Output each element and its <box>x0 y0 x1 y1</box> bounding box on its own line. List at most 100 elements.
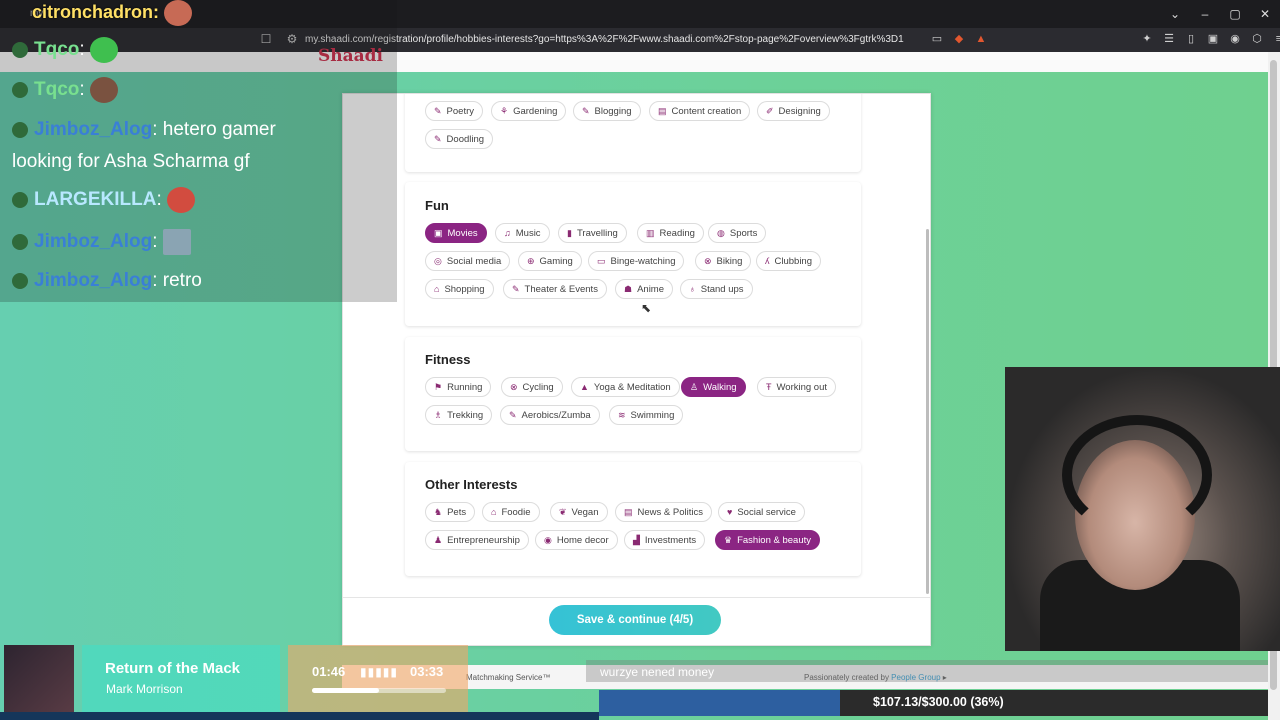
chip-biking[interactable]: ⊗ Biking <box>695 251 752 271</box>
chip-movies[interactable]: ▣ Movies <box>425 223 487 243</box>
microphone-icon: ♁ <box>689 284 696 294</box>
section-creative: ✎ Poetry ⚘ Gardening ✎ Blogging ▤ Content cr… <box>405 94 861 172</box>
aerobics-icon: ✎ <box>509 409 517 420</box>
chat-message: LARGEKILLA: <box>12 184 195 216</box>
chip-blogging[interactable]: ✎ Blogging <box>573 101 641 121</box>
chip-aerobics-zumba[interactable]: ✎ Aerobics/Zumba <box>500 405 600 425</box>
anime-icon: ☗ <box>624 283 633 294</box>
taskbar <box>0 712 599 720</box>
minimize-icon[interactable]: – <box>1190 0 1220 28</box>
display-icon[interactable]: ▭ <box>930 32 944 46</box>
cycling-icon: ⊗ <box>510 381 518 392</box>
section-other-interests: Other Interests ♞ Pets ⌂ Foodie ❦ Vegan ▤ Ne… <box>405 462 861 576</box>
chip-poetry[interactable]: ✎ Poetry <box>425 101 484 121</box>
shield-icon[interactable]: ⬡ <box>1250 32 1264 46</box>
dance-icon: ʎ <box>765 256 770 266</box>
chip-foodie[interactable]: ⌂ Foodie <box>482 502 540 522</box>
chip-stand-ups[interactable]: ♁ Stand ups <box>680 279 753 299</box>
social-icon: ◎ <box>434 255 442 266</box>
chip-designing[interactable]: ✐ Designing <box>757 101 830 121</box>
badge-icon <box>12 191 28 208</box>
chip-clubbing[interactable]: ʎ Clubbing <box>756 251 821 271</box>
chip-anime[interactable]: ☗ Anime <box>615 279 674 299</box>
chip-reading[interactable]: ▥ Reading <box>637 223 704 243</box>
song-title: Return of the Mack <box>105 660 241 677</box>
chip-social-service[interactable]: ♥ Social service <box>718 502 805 522</box>
chip-swimming[interactable]: ≋ Swimming <box>609 405 684 425</box>
chip-gaming[interactable]: ⊕ Gaming <box>518 251 582 271</box>
chat-message: Jimboz_Alog: retro <box>12 265 202 297</box>
rewards-icon[interactable]: ▲ <box>974 32 988 46</box>
chip-vegan[interactable]: ❦ Vegan <box>550 502 608 522</box>
modal-scrollbar[interactable] <box>926 229 929 594</box>
chip-entrepreneurship[interactable]: ♟ Entrepreneurship <box>425 530 529 550</box>
heart-icon: ♥ <box>727 507 733 517</box>
window-controls: ⌄ – ▢ ✕ <box>1160 0 1280 28</box>
walking-icon: ♙ <box>690 381 699 392</box>
person-icon: ♟ <box>434 534 443 545</box>
chip-music[interactable]: ♫ Music <box>495 223 550 243</box>
section-title-fitness: Fitness <box>425 352 471 367</box>
emote-icon <box>164 0 193 26</box>
menu-icon[interactable]: ≡ <box>1272 32 1280 46</box>
close-icon[interactable]: ✕ <box>1250 0 1280 28</box>
current-time: 01:46 <box>312 664 346 679</box>
chip-home-decor[interactable]: ◉ Home decor <box>535 530 618 550</box>
mouse-cursor-icon: ⬉ <box>641 301 652 315</box>
ball-icon: ◍ <box>717 227 725 238</box>
chip-investments[interactable]: ▟ Investments <box>624 530 706 550</box>
toolbar-icons: ✦ ☰ ▯ ▣ ◉ ⬡ ≡ <box>1140 32 1280 46</box>
brave-shield-icon[interactable]: ◆ <box>952 32 966 46</box>
section-fitness: Fitness ⚑ Running ⊗ Cycling ▲ Yoga & Medita… <box>405 337 861 451</box>
save-continue-button[interactable]: Save & continue (4/5) <box>549 605 721 635</box>
tabs-icon[interactable]: ☰ <box>1162 32 1176 46</box>
chip-social-media[interactable]: ◎ Social media <box>425 251 511 271</box>
chip-working-out[interactable]: Ŧ Working out <box>757 377 837 397</box>
chip-binge-watching[interactable]: ▭ Binge-watching <box>588 251 685 271</box>
chip-sports[interactable]: ◍ Sports <box>708 223 767 243</box>
chip-walking[interactable]: ♙ Walking <box>681 377 746 397</box>
chat-message: Jimboz_Alog: <box>12 226 191 258</box>
badge-icon <box>12 233 28 250</box>
maximize-icon[interactable]: ▢ <box>1220 0 1250 28</box>
chat-message: Tqco: <box>12 74 118 106</box>
donation-goal-text: $107.13/$300.00 (36%) <box>873 695 1004 709</box>
chip-content-creation[interactable]: ▤ Content creation <box>649 101 751 121</box>
badge-icon <box>12 272 28 289</box>
chip-cycling[interactable]: ⊗ Cycling <box>501 377 563 397</box>
design-icon: ✐ <box>766 105 774 116</box>
wallet-icon[interactable]: ▣ <box>1206 32 1220 46</box>
chat-message: Tqco: <box>12 34 118 66</box>
section-fun: Fun ▣ Movies ♫ Music ▮ Travelling ▥ Reading … <box>405 182 861 326</box>
album-art <box>4 645 74 715</box>
chip-fashion-beauty[interactable]: ♛ Fashion & beauty <box>715 530 821 550</box>
section-title-fun: Fun <box>425 198 449 213</box>
chip-theater-events[interactable]: ✎ Theater & Events <box>503 279 607 299</box>
chip-yoga-meditation[interactable]: ▲ Yoga & Meditation <box>571 377 680 397</box>
section-title-other: Other Interests <box>425 477 518 492</box>
pencil-icon: ✎ <box>434 133 442 144</box>
chip-news-politics[interactable]: ▤ News & Politics <box>615 502 712 522</box>
swimming-icon: ≋ <box>618 409 626 420</box>
yoga-icon: ▲ <box>580 382 589 392</box>
extensions-icon[interactable]: ✦ <box>1140 32 1154 46</box>
home-icon: ◉ <box>544 534 552 545</box>
vpn-icon[interactable]: ◉ <box>1228 32 1242 46</box>
chip-pets[interactable]: ♞ Pets <box>425 502 476 522</box>
newspaper-icon: ▤ <box>624 506 633 517</box>
chip-travelling[interactable]: ▮ Travelling <box>558 223 627 243</box>
music-icon: ♫ <box>504 228 511 238</box>
donation-goal-fill <box>599 690 840 716</box>
song-artist: Mark Morrison <box>106 682 183 696</box>
shovel-icon: ⚘ <box>500 105 509 116</box>
chip-gardening[interactable]: ⚘ Gardening <box>491 101 567 121</box>
chip-shopping[interactable]: ⌂ Shopping <box>425 279 494 299</box>
sidebar-icon[interactable]: ▯ <box>1184 32 1198 46</box>
chip-running[interactable]: ⚑ Running <box>425 377 492 397</box>
bike-icon: ⊗ <box>704 255 712 266</box>
extension-icons: ▭ ◆ ▲ <box>930 32 988 46</box>
chip-doodling[interactable]: ✎ Doodling <box>425 129 494 149</box>
total-time: 03:33 <box>410 664 444 679</box>
chip-trekking[interactable]: ♗ Trekking <box>425 405 493 425</box>
chevron-down-icon[interactable]: ⌄ <box>1160 0 1190 28</box>
